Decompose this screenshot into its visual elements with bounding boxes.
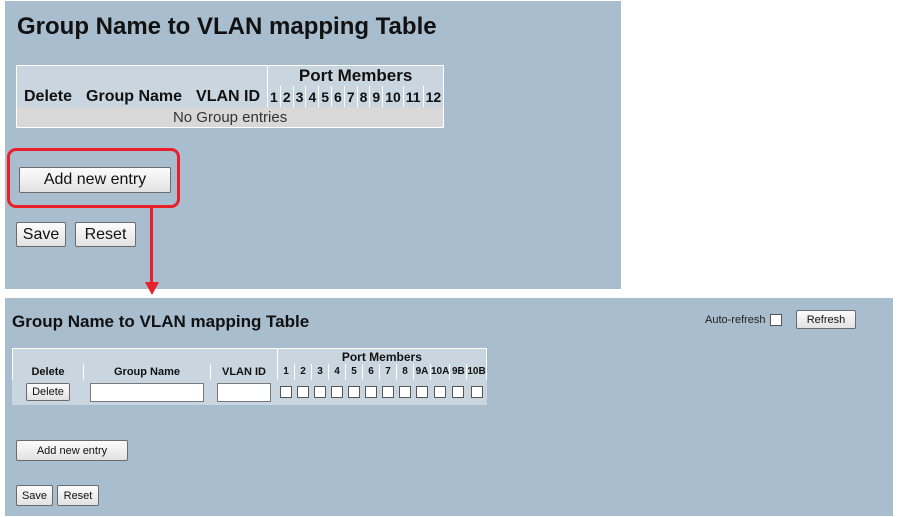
port-cell [396,379,414,405]
delete-column-header: Delete [16,86,80,107]
page-title: Group Name to VLAN mapping Table [17,13,437,40]
delete-cell: Delete [12,379,84,405]
reset-button[interactable]: Reset [75,222,136,247]
port-cell [449,379,468,405]
annotation-arrow-head-icon [145,282,159,295]
port-header: 4 [305,86,319,107]
vlan-id-cell [210,379,278,405]
vlan-id-column-header: VLAN ID [210,364,278,380]
vlan-id-input[interactable] [217,382,271,402]
port-header: 4 [328,364,346,380]
port-header: 6 [362,364,380,380]
annotation-arrow-line [150,208,153,284]
port-header: 2 [279,86,294,107]
vlan-id-column-header: VLAN ID [189,86,268,107]
save-button[interactable]: Save [16,222,66,247]
top-panel: Group Name to VLAN mapping Table Port Me… [5,1,621,289]
port-member-checkbox[interactable] [314,386,326,399]
port-header: 7 [379,364,397,380]
port-header: 11 [402,86,424,107]
port-header: 8 [356,86,370,107]
port-header: 9B [449,364,467,380]
port-member-checkbox[interactable] [348,386,360,399]
delete-row-button[interactable]: Delete [26,383,70,401]
port-cell [362,379,380,405]
delete-column-header: Delete [12,364,84,380]
port-header: 5 [345,364,363,380]
port-cell [311,379,329,405]
header-spacer [15,65,268,86]
port-cell [413,379,431,405]
port-member-checkbox[interactable] [365,386,377,399]
port-cell [466,379,487,405]
highlight-box [7,148,180,208]
port-header: 1 [267,86,281,107]
port-header: 6 [331,86,345,107]
auto-refresh-checkbox[interactable] [769,314,782,326]
port-header: 2 [294,364,312,380]
empty-table-message: No Group entries [15,107,445,128]
port-header: 10A [429,364,450,380]
port-cell [328,379,346,405]
group-name-column-header: Group Name [83,364,211,380]
group-vlan-table: Port Members Delete Group Name VLAN ID 1… [12,348,487,405]
reset-button[interactable]: Reset [57,485,99,506]
port-member-checkbox[interactable] [452,386,465,399]
save-button[interactable]: Save [16,485,53,506]
auto-refresh-label: Auto-refresh [705,314,766,326]
port-member-checkbox[interactable] [297,386,309,399]
port-members-header: Port Members [267,65,445,86]
port-header: 10 [382,86,404,107]
port-cell [345,379,363,405]
port-header: 12 [422,86,445,107]
header-spacer [12,348,278,364]
port-header: 9 [369,86,383,107]
table-row: Delete [12,379,487,405]
group-name-column-header: Group Name [79,86,190,107]
port-cell [277,379,295,405]
refresh-button[interactable]: Refresh [796,310,856,329]
port-header: 7 [343,86,358,107]
port-member-checkbox[interactable] [434,386,447,399]
group-name-cell [83,379,211,405]
port-member-checkbox[interactable] [280,386,292,399]
port-header: 9A [413,364,431,380]
port-member-checkbox[interactable] [382,386,394,399]
group-vlan-table: Port Members Delete Group Name VLAN ID 1… [15,65,445,128]
add-new-entry-button[interactable]: Add new entry [16,440,128,461]
port-member-checkbox[interactable] [331,386,343,399]
group-name-input[interactable] [90,382,204,402]
port-header: 5 [318,86,332,107]
port-member-checkbox[interactable] [470,386,483,399]
port-header: 8 [396,364,414,380]
port-member-checkbox[interactable] [416,386,428,399]
port-cell [294,379,312,405]
port-cell [379,379,397,405]
port-header: 10B [466,364,487,380]
port-header: 3 [311,364,329,380]
port-header: 3 [292,86,306,107]
port-cell [429,379,451,405]
port-header: 1 [277,364,295,380]
port-member-checkbox[interactable] [399,386,411,399]
bottom-panel: Group Name to VLAN mapping Table Auto-re… [5,298,893,516]
auto-refresh-control: Auto-refresh [705,314,782,326]
page-title: Group Name to VLAN mapping Table [12,312,310,331]
port-members-header: Port Members [277,348,487,364]
